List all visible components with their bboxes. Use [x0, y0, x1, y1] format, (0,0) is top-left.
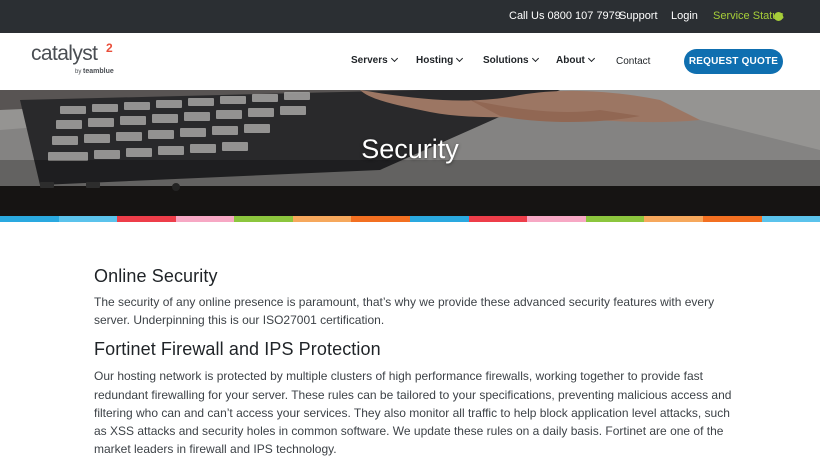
strip-segment — [0, 216, 59, 222]
logo-wordmark: catalyst — [31, 42, 98, 65]
chevron-down-icon — [531, 54, 539, 63]
nav-hosting[interactable]: Hosting — [416, 54, 464, 66]
strip-segment — [234, 216, 293, 222]
hero-banner: Security — [0, 90, 820, 216]
request-quote-button[interactable]: REQUEST QUOTE — [684, 49, 783, 74]
login-link[interactable]: Login — [671, 10, 698, 22]
section-heading: Fortinet Firewall and IPS Protection — [94, 339, 381, 360]
main-header: catalyst 2 by teamblue Servers Hosting S… — [0, 33, 820, 90]
strip-segment — [761, 216, 820, 222]
logo-superscript: 2 — [106, 41, 113, 55]
strip-segment — [292, 216, 352, 222]
strip-segment — [702, 216, 762, 222]
nav-about[interactable]: About — [556, 54, 595, 66]
main-content: Online Security The security of any onli… — [94, 266, 734, 458]
strip-segment — [351, 216, 411, 222]
section-body: The security of any online presence is p… — [94, 295, 715, 328]
strip-segment — [175, 216, 235, 222]
strip-segment — [644, 216, 703, 222]
catalyst2-logo[interactable]: catalyst 2 by teamblue — [31, 41, 121, 82]
strip-segment — [527, 216, 586, 222]
online-security-section: Online Security The security of any onli… — [94, 266, 734, 329]
support-link[interactable]: Support — [619, 10, 658, 22]
status-indicator-icon — [774, 12, 783, 21]
strip-segment — [585, 216, 645, 222]
chevron-down-icon — [390, 54, 398, 63]
strip-segment — [410, 216, 469, 222]
section-body: Our hosting network is protected by mult… — [94, 369, 732, 457]
nav-solutions[interactable]: Solutions — [483, 54, 539, 66]
decorative-color-strip — [0, 216, 820, 222]
logo-byline: by teamblue — [75, 68, 114, 75]
section-heading: Online Security — [94, 266, 218, 286]
chevron-down-icon — [456, 54, 464, 63]
chevron-down-icon — [587, 54, 595, 63]
strip-segment — [468, 216, 528, 222]
nav-contact[interactable]: Contact — [616, 56, 650, 67]
page-title: Security — [361, 134, 459, 164]
strip-segment — [58, 216, 118, 222]
strip-segment — [117, 216, 176, 222]
nav-servers[interactable]: Servers — [351, 54, 398, 66]
top-utility-bar: Call Us 0800 107 7979 Support Login Serv… — [0, 0, 820, 33]
fortinet-section: Fortinet Firewall and IPS Protection Our… — [94, 339, 734, 458]
call-us-link[interactable]: Call Us 0800 107 7979 — [509, 10, 621, 22]
